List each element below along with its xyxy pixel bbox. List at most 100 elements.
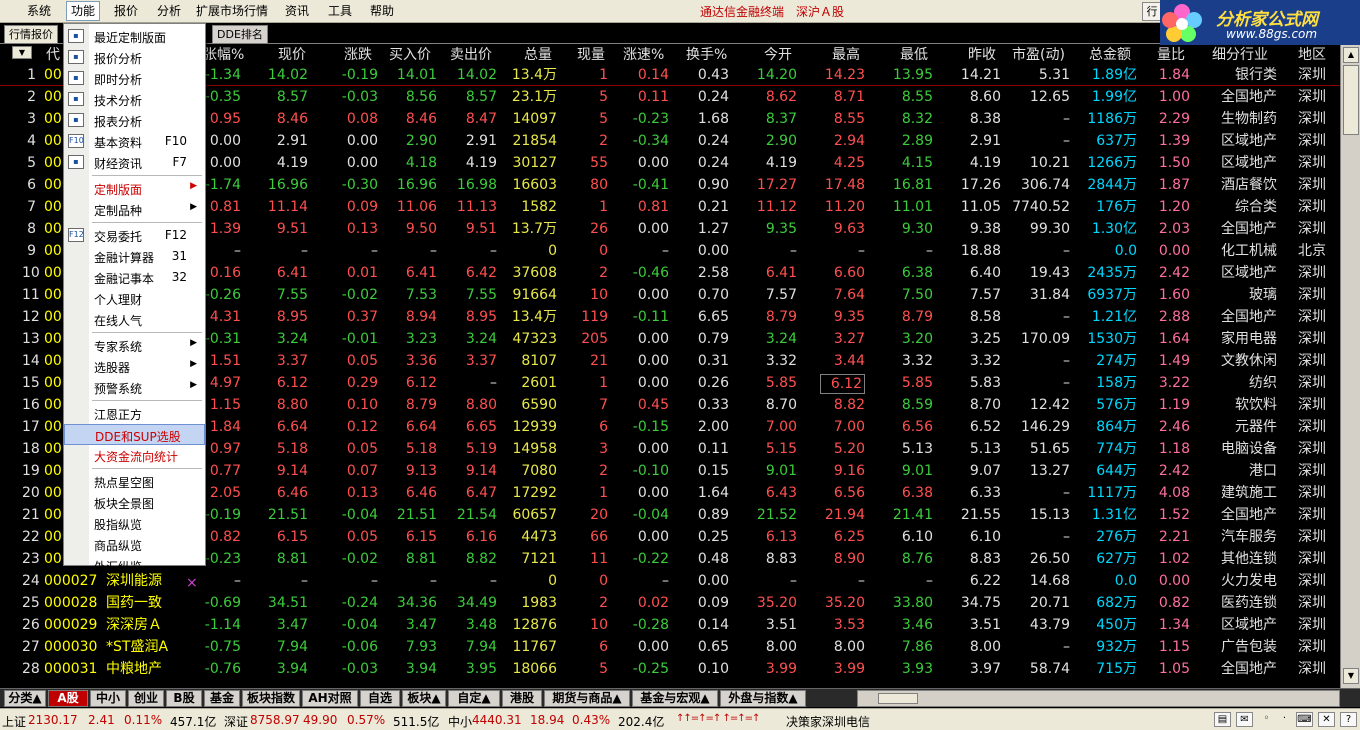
menu-item[interactable]: DDE和SUP选股 xyxy=(64,424,205,445)
settings-icon[interactable]: ✕ xyxy=(1318,712,1335,727)
col-price[interactable]: 现价 xyxy=(278,44,306,64)
col-chg[interactable]: 涨跌 xyxy=(344,44,372,64)
region: 深圳 xyxy=(1298,595,1326,611)
bid-price: 6.12 xyxy=(405,375,437,391)
menu-item[interactable]: 定制版面 ▶ xyxy=(64,178,205,199)
total-amount: 276万 xyxy=(1096,529,1137,545)
vertical-scrollbar[interactable]: ▲ ▼ xyxy=(1340,45,1360,688)
menu-item[interactable]: 选股器 ▶ xyxy=(64,356,205,377)
menu-item[interactable]: ▪ 即时分析 xyxy=(64,68,205,89)
high-price: 8.90 xyxy=(833,551,865,567)
dots-icon[interactable]: · xyxy=(1276,712,1293,727)
menu-item[interactable]: 个人理财 xyxy=(64,288,205,309)
menu-function[interactable]: 功能 xyxy=(66,1,101,21)
col-cur-volume[interactable]: 现量 xyxy=(577,44,605,64)
col-volume[interactable]: 总量 xyxy=(524,44,552,64)
table-row[interactable]: 26 000029 深深房Ａ -1.14 3.47 -0.04 3.47 3.48 12876 1… xyxy=(0,614,1340,636)
bottom-tab[interactable]: 期货与商品▲ xyxy=(544,690,630,707)
menu-system[interactable]: 系统 xyxy=(27,3,51,19)
bottom-tab[interactable]: 基金 xyxy=(204,690,240,707)
menu-item[interactable]: 大资金流向统计 xyxy=(64,445,205,466)
menu-item[interactable]: ▪ 最近定制版面 xyxy=(64,26,205,47)
bid-price: 8.56 xyxy=(405,89,437,105)
col-amount[interactable]: 总金额 xyxy=(1089,44,1131,64)
col-code[interactable]: 代 xyxy=(46,44,60,64)
bottom-tab[interactable]: 中小 xyxy=(90,690,126,707)
menu-item[interactable]: 在线人气 xyxy=(64,309,205,330)
col-bid[interactable]: 买入价 xyxy=(389,44,431,64)
bottom-tab[interactable]: 分类▲ xyxy=(4,690,46,707)
menu-item[interactable]: 股指纵览 xyxy=(64,513,205,534)
turnover-pct: 0.31 xyxy=(697,353,729,369)
table-row[interactable]: 25 000028 国药一致 -0.69 34.51 -0.24 34.36 34.49 198… xyxy=(0,592,1340,614)
col-prev-close[interactable]: 昨收 xyxy=(968,44,996,64)
hq-button[interactable]: 行 xyxy=(1142,2,1162,21)
col-volume-ratio[interactable]: 量比 xyxy=(1157,44,1185,64)
bottom-tab[interactable]: 创业 xyxy=(128,690,164,707)
menu-quote[interactable]: 报价 xyxy=(114,3,138,19)
menu-item[interactable]: F10 基本资料 F10 xyxy=(64,131,205,152)
menu-item[interactable]: 定制品种 ▶ xyxy=(64,199,205,220)
menu-item[interactable]: 江恩正方 xyxy=(64,403,205,424)
bottom-tab[interactable]: 板块▲ xyxy=(402,690,446,707)
change: -0.19 xyxy=(341,67,378,83)
calc-icon[interactable]: ✉ xyxy=(1236,712,1253,727)
menu-item[interactable]: ▪ 报表分析 xyxy=(64,110,205,131)
col-industry[interactable]: 细分行业 xyxy=(1212,44,1268,64)
col-open[interactable]: 今开 xyxy=(764,44,792,64)
bottom-tab[interactable]: B股 xyxy=(166,690,202,707)
bottom-tab[interactable]: 基金与宏观▲ xyxy=(632,690,718,707)
col-turnover[interactable]: 换手% xyxy=(686,44,727,64)
menu-item[interactable]: ▪ 财经资讯 F7 xyxy=(64,152,205,173)
table-row[interactable]: 28 000031 中粮地产 -0.76 3.94 -0.03 3.94 3.95 18066 5… xyxy=(0,658,1340,680)
bottom-tab[interactable]: 自定▲ xyxy=(448,690,500,707)
bottom-tab[interactable]: 自选 xyxy=(360,690,400,707)
menu-item[interactable]: 商品纵览 xyxy=(64,534,205,555)
bid-price: 9.13 xyxy=(405,463,437,479)
scroll-down-icon[interactable]: ▼ xyxy=(1343,668,1359,684)
industry: 电脑设备 xyxy=(1221,441,1277,457)
horizontal-scroll-thumb[interactable] xyxy=(878,693,918,704)
bottom-tab[interactable]: 港股 xyxy=(502,690,542,707)
menu-tools[interactable]: 工具 xyxy=(328,3,352,19)
col-region[interactable]: 地区 xyxy=(1298,44,1326,64)
bottom-tab[interactable]: 板块指数 xyxy=(242,690,300,707)
menu-item[interactable]: F12 交易委托 F12 xyxy=(64,225,205,246)
bottom-tab[interactable]: AH对照 xyxy=(302,690,358,707)
menu-item[interactable]: 专家系统 ▶ xyxy=(64,335,205,356)
stock-code: 000031 xyxy=(44,661,98,677)
pe-ratio: – xyxy=(1063,485,1070,501)
table-row[interactable]: 27 000030 *ST盛润A -0.75 7.94 -0.06 7.93 7.94 1176… xyxy=(0,636,1340,658)
help-icon[interactable]: ? xyxy=(1340,712,1357,727)
chart-icon[interactable]: ▤ xyxy=(1214,712,1231,727)
col-speed[interactable]: 涨速% xyxy=(623,44,664,64)
col-chg-pct[interactable]: 张幅% xyxy=(203,44,244,64)
col-pe[interactable]: 市盈(动) xyxy=(1012,44,1065,64)
keyboard-icon[interactable]: ⌨ xyxy=(1296,712,1313,727)
menu-analysis[interactable]: 分析 xyxy=(157,3,181,19)
price: 2.91 xyxy=(276,133,308,149)
menu-extended-market[interactable]: 扩展市场行情 xyxy=(196,3,268,19)
bottom-tab[interactable]: A股 xyxy=(48,690,88,707)
menu-help[interactable]: 帮助 xyxy=(370,3,394,19)
menu-item[interactable]: 金融计算器 31 xyxy=(64,246,205,267)
menu-item[interactable]: 板块全景图 xyxy=(64,492,205,513)
signal-icon[interactable]: ◦ xyxy=(1258,712,1275,727)
menu-item[interactable]: 金融记事本 32 xyxy=(64,267,205,288)
menu-item-label: 大资金流向统计 xyxy=(94,450,179,464)
menu-item[interactable]: ▪ 报价分析 xyxy=(64,47,205,68)
menu-item[interactable]: 预警系统 ▶ xyxy=(64,377,205,398)
menu-item[interactable]: ▪ 技术分析 xyxy=(64,89,205,110)
col-ask[interactable]: 卖出价 xyxy=(450,44,492,64)
vertical-scroll-thumb[interactable] xyxy=(1343,65,1359,135)
horizontal-scrollbar[interactable] xyxy=(857,690,1340,707)
col-low[interactable]: 最低 xyxy=(900,44,928,64)
menu-item[interactable]: 外汇纵览 xyxy=(64,555,205,576)
menu-separator xyxy=(92,175,202,176)
col-high[interactable]: 最高 xyxy=(832,44,860,64)
open-price: 8.37 xyxy=(765,111,797,127)
menu-news[interactable]: 资讯 xyxy=(285,3,309,19)
menu-item[interactable]: 热点星空图 xyxy=(64,471,205,492)
bottom-tab[interactable]: 外盘与指数▲ xyxy=(720,690,806,707)
scroll-up-icon[interactable]: ▲ xyxy=(1343,47,1359,63)
